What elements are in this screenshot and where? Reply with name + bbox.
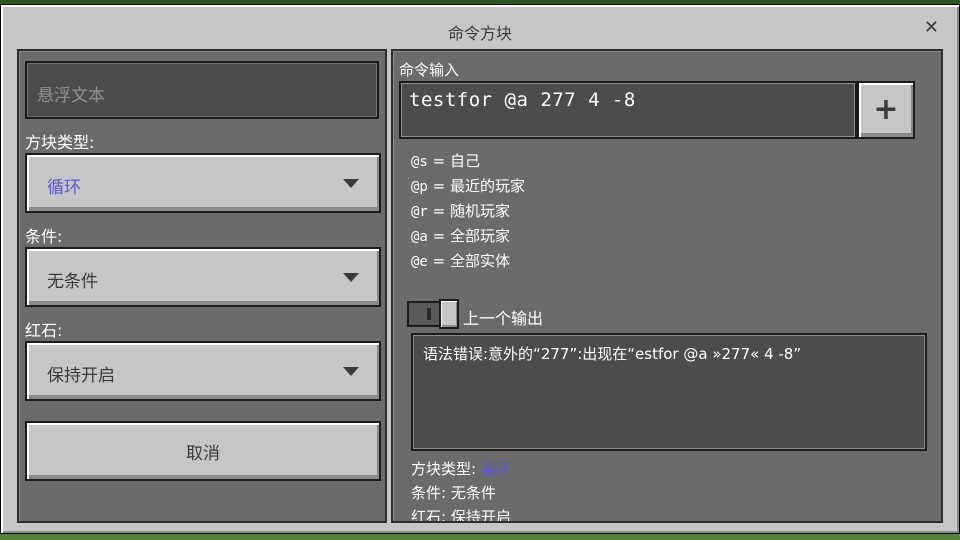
- chevron-down-icon: [343, 273, 359, 282]
- dialog-title: 命令方块: [447, 24, 512, 43]
- toggle-indicator: [427, 308, 431, 320]
- cancel-button[interactable]: 取消: [25, 421, 381, 481]
- left-panel: 悬浮文本 方块类型: 循环 条件: 无条件 红石: 保持开启 取消: [17, 49, 387, 523]
- condition-label: 条件:: [25, 227, 63, 246]
- chevron-down-icon: [343, 367, 359, 376]
- condition-dropdown[interactable]: 无条件: [25, 247, 381, 307]
- block-type-dropdown[interactable]: 循环: [25, 153, 381, 213]
- command-block-dialog: 命令方块 ✕ 悬浮文本 方块类型: 循环 条件: 无条件 红石: 保持开启 取消…: [0, 4, 960, 534]
- block-type-value: 循环: [47, 178, 81, 198]
- previous-output-text: 语法错误:意外的“277”:出现在“estfor @a »277« 4 -8”: [423, 345, 802, 363]
- hover-text-placeholder: 悬浮文本: [37, 86, 105, 106]
- summary-block-type-value: 循环: [480, 460, 511, 478]
- redstone-dropdown[interactable]: 保持开启: [25, 341, 381, 401]
- selector-help-list: @s = 自己 @p = 最近的玩家 @r = 随机玩家 @a = 全部玩家 @…: [411, 149, 525, 274]
- redstone-label: 红石:: [25, 321, 63, 340]
- condition-value: 无条件: [47, 272, 98, 292]
- previous-output-label: 上一个输出: [463, 309, 544, 328]
- toggle-knob[interactable]: [439, 299, 459, 329]
- redstone-value: 保持开启: [47, 366, 115, 386]
- summary-condition: 条件: 无条件: [411, 484, 496, 502]
- chevron-down-icon: [343, 179, 359, 188]
- summary-block-type: 方块类型: 循环: [411, 460, 511, 478]
- selector-help-item: @a = 全部玩家: [411, 227, 510, 245]
- command-input-value: testfor @a 277 4 -8: [409, 89, 636, 111]
- plus-icon: +: [873, 92, 899, 127]
- previous-output-box: 语法错误:意外的“277”:出现在“estfor @a »277« 4 -8”: [411, 333, 927, 451]
- settings-summary: 方块类型: 循环 条件: 无条件 红石: 保持开启: [411, 457, 511, 523]
- block-type-label: 方块类型:: [25, 133, 95, 152]
- title-bar: 命令方块 ✕: [1, 5, 959, 47]
- selector-help-item: @e = 全部实体: [411, 252, 510, 270]
- selector-help-item: @s = 自己: [411, 152, 480, 170]
- selector-help-item: @p = 最近的玩家: [411, 177, 525, 195]
- right-panel: 命令输入 testfor @a 277 4 -8 + @s = 自己 @p = …: [391, 49, 943, 523]
- summary-redstone: 红石: 保持开启: [411, 508, 511, 523]
- command-input-label: 命令输入: [399, 61, 460, 79]
- add-button[interactable]: +: [857, 81, 915, 139]
- selector-help-item: @r = 随机玩家: [411, 202, 510, 220]
- close-icon[interactable]: ✕: [924, 19, 939, 37]
- command-input[interactable]: testfor @a 277 4 -8: [399, 81, 857, 139]
- previous-output-toggle[interactable]: [407, 299, 459, 329]
- hover-text-input[interactable]: 悬浮文本: [25, 61, 379, 119]
